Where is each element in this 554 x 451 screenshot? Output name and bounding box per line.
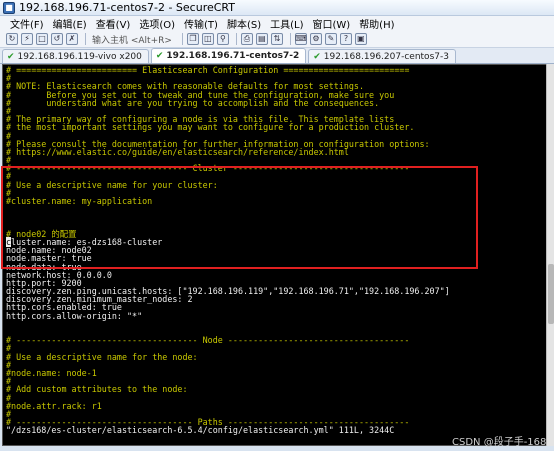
toolbar-separator [85, 33, 86, 45]
menu-bar: 文件(F) 编辑(E) 查看(V) 选项(O) 传输(T) 脚本(S) 工具(L… [0, 16, 554, 31]
toolbar-separator [181, 33, 183, 45]
menu-tools[interactable]: 工具(L) [270, 16, 303, 31]
tab-label: 192.168.196.207-centos7-3 [323, 51, 449, 62]
connect-icon[interactable]: ↻ [6, 33, 18, 45]
screen-icon[interactable]: ▣ [354, 33, 367, 45]
terminal-line: #cluster.name: my-application [6, 196, 153, 206]
terminal-line: # ------------------------------------ N… [6, 335, 410, 346]
menu-script[interactable]: 脚本(S) [227, 16, 261, 31]
terminal-scrollbar[interactable] [546, 64, 554, 446]
paste-icon[interactable]: ◫ [201, 33, 214, 45]
window-title: 192.168.196.71-centos7-2 - SecureCRT [19, 1, 235, 14]
options-icon[interactable]: ⚙ [309, 33, 322, 45]
terminal-line: # understand what are you trying to acco… [6, 97, 380, 108]
session-tab-bar: ✔ 192.168.196.119-vivo x200 ✔ 192.168.19… [0, 48, 554, 64]
host-input[interactable]: 输入主机 <Alt+R> [92, 33, 172, 46]
terminal-line: network.host: 0.0.0.0 [6, 269, 112, 280]
script-icon[interactable]: ✎ [324, 33, 337, 45]
menu-file[interactable]: 文件(F) [10, 16, 44, 31]
copy-icon[interactable]: ❐ [186, 33, 199, 45]
tab-session-119[interactable]: ✔ 192.168.196.119-vivo x200 [2, 49, 149, 63]
connect-tab-icon[interactable]: □ [36, 33, 48, 45]
terminal-line: # Use a descriptive name for the node: [6, 351, 198, 362]
disconnect-icon[interactable]: ✗ [66, 33, 78, 45]
watermark: CSDN @段子手-168 [452, 437, 547, 448]
tab-label: 192.168.196.119-vivo x200 [17, 51, 142, 62]
sftp-icon[interactable]: ⇅ [270, 33, 283, 45]
menu-options[interactable]: 选项(O) [139, 16, 175, 31]
terminal-line: node.master: true [6, 253, 92, 264]
keymap-icon[interactable]: ⌨ [294, 33, 307, 45]
terminal-line: # ---------------------------------- Clu… [6, 163, 410, 174]
menu-view[interactable]: 查看(V) [96, 16, 131, 31]
terminal-line: #node.name: node-1 [6, 367, 97, 378]
connected-check-icon: ✔ [155, 51, 164, 61]
quick-connect-icon[interactable]: ⚡ [21, 33, 33, 45]
reconnect-icon[interactable]: ↺ [51, 33, 63, 45]
find-icon[interactable]: ⚲ [216, 33, 229, 45]
terminal-output[interactable]: # ======================== Elasticsearch… [2, 64, 552, 446]
tab-session-71[interactable]: ✔ 192.168.196.71-centos7-2 [150, 48, 307, 63]
terminal-line: # Use a descriptive name for your cluste… [6, 179, 218, 190]
tab-label: 192.168.196.71-centos7-2 [166, 51, 300, 61]
print-icon[interactable]: ⎙ [240, 33, 253, 45]
terminal-line: http.cors.allow-origin: "*" [6, 310, 143, 321]
title-bar: ■ 192.168.196.71-centos7-2 - SecureCRT [0, 0, 554, 16]
toolbar: ↻ ⚡ □ ↺ ✗ 输入主机 <Alt+R> ❐ ◫ ⚲ ⎙ ▤ ⇅ ⌨ ⚙ ✎… [0, 31, 554, 48]
toolbar-separator [235, 33, 237, 45]
terminal-line: # the most important settings you may wa… [6, 122, 415, 133]
menu-edit[interactable]: 编辑(E) [53, 16, 87, 31]
connected-check-icon: ✔ [7, 51, 15, 62]
tab-session-207[interactable]: ✔ 192.168.196.207-centos7-3 [308, 49, 456, 63]
toolbar-separator [289, 33, 291, 45]
terminal-line: # https://www.elastic.co/guide/en/elasti… [6, 146, 349, 157]
log-icon[interactable]: ▤ [255, 33, 268, 45]
menu-help[interactable]: 帮助(H) [359, 16, 394, 31]
terminal-line: #node.attr.rack: r1 [6, 400, 102, 411]
terminal-line: # Add custom attributes to the node: [6, 384, 188, 395]
scrollbar-thumb[interactable] [548, 264, 554, 324]
help-icon[interactable]: ? [339, 33, 352, 45]
connected-check-icon: ✔ [313, 51, 321, 62]
securecrt-app-icon: ■ [3, 1, 15, 14]
terminal-line: # ======================== Elasticsearch… [6, 65, 410, 75]
menu-window[interactable]: 窗口(W) [312, 16, 350, 31]
menu-transfer[interactable]: 传输(T) [184, 16, 218, 31]
